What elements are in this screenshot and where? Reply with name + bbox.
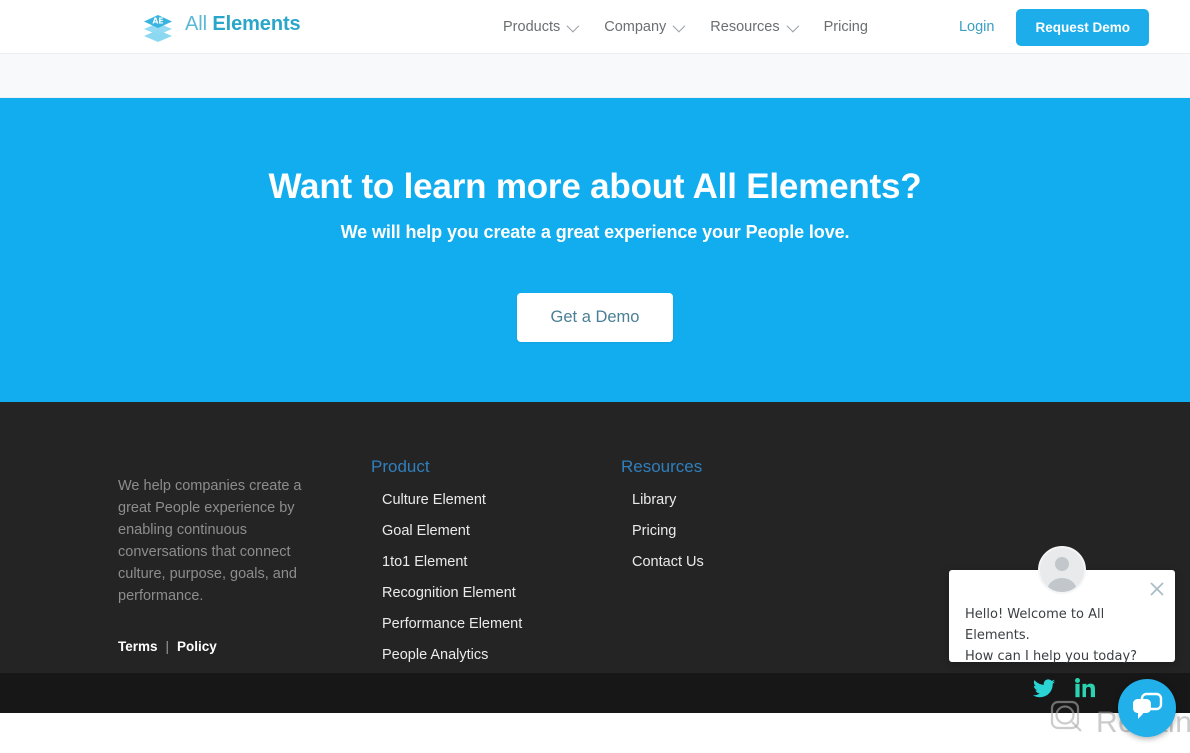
footer-column-title-product: Product xyxy=(371,457,430,476)
footer-about-text: We help companies create a great People … xyxy=(118,477,302,604)
footer-legal-links: Terms | Policy xyxy=(118,639,217,654)
list-item: Goal Element xyxy=(382,522,522,540)
svg-text:AE: AE xyxy=(153,17,164,26)
request-demo-button[interactable]: Request Demo xyxy=(1016,8,1149,46)
header-sub-strip xyxy=(0,54,1190,98)
list-item: Contact Us xyxy=(632,553,704,571)
footer-column-resources: Resources Library Pricing Contact Us xyxy=(621,457,704,584)
close-icon[interactable] xyxy=(1148,580,1166,598)
policy-link[interactable]: Policy xyxy=(177,639,217,654)
list-item: Culture Element xyxy=(382,491,522,509)
nav-label-products: Products xyxy=(503,19,561,35)
list-item: People Analytics xyxy=(382,646,522,664)
stacked-layers-ae-icon: AE xyxy=(140,6,176,42)
footer-link-1to1-element[interactable]: 1to1 Element xyxy=(382,554,467,570)
chat-launcher-button[interactable] xyxy=(1118,679,1176,737)
footer-link-library[interactable]: Library xyxy=(632,492,676,508)
legal-separator: | xyxy=(165,639,170,654)
nav-label-company: Company xyxy=(604,19,667,35)
chevron-down-icon xyxy=(566,19,580,32)
twitter-icon[interactable] xyxy=(1033,678,1055,703)
chat-message-line-2: How can I help you today? xyxy=(965,649,1138,664)
chat-greeting-popup: Hello! Welcome to All Elements. How can … xyxy=(949,546,1175,664)
footer-bottom-bar xyxy=(0,673,1190,713)
hero-section: Want to learn more about All Elements? W… xyxy=(0,98,1190,402)
nav-label-pricing: Pricing xyxy=(823,19,868,35)
nav-item-resources[interactable]: Resources xyxy=(696,19,809,35)
header-actions: Login Request Demo xyxy=(937,0,1190,54)
hero-subtitle: We will help you create a great experien… xyxy=(340,222,850,242)
footer-link-pricing[interactable]: Pricing xyxy=(632,523,676,539)
linkedin-icon[interactable] xyxy=(1075,678,1095,703)
chevron-down-icon xyxy=(672,19,686,32)
list-item: Performance Element xyxy=(382,615,522,633)
chat-bubbles-icon xyxy=(1131,692,1163,725)
chevron-down-icon xyxy=(786,19,799,32)
list-item: 1to1 Element xyxy=(382,553,522,571)
site-header: AE All Elements Products Company Resourc… xyxy=(0,0,1190,54)
get-a-demo-button[interactable]: Get a Demo xyxy=(516,293,674,342)
footer-link-recognition-element[interactable]: Recognition Element xyxy=(382,585,516,601)
brand-name-first: All xyxy=(185,12,207,35)
footer-link-culture-element[interactable]: Culture Element xyxy=(382,492,486,508)
footer-links-resources: Library Pricing Contact Us xyxy=(621,491,704,571)
footer-social-links xyxy=(1033,678,1095,703)
list-item: Recognition Element xyxy=(382,584,522,602)
brand-name: All Elements xyxy=(185,13,301,36)
login-link[interactable]: Login xyxy=(937,19,1016,35)
person-avatar-icon xyxy=(1038,546,1086,594)
hero-title: Want to learn more about All Elements? xyxy=(268,167,922,206)
footer-links-product: Culture Element Goal Element 1to1 Elemen… xyxy=(371,491,522,664)
nav-item-company[interactable]: Company xyxy=(590,19,696,35)
nav-item-products[interactable]: Products xyxy=(495,19,590,35)
brand-name-second: Elements xyxy=(212,12,301,35)
chat-message-line-1: Hello! Welcome to All Elements. xyxy=(965,607,1105,643)
list-item: Library xyxy=(632,491,704,509)
terms-link[interactable]: Terms xyxy=(118,639,158,654)
nav-item-pricing[interactable]: Pricing xyxy=(810,19,882,35)
footer-link-performance-element[interactable]: Performance Element xyxy=(382,616,522,632)
list-item: Pricing xyxy=(632,522,704,540)
footer-link-goal-element[interactable]: Goal Element xyxy=(382,523,470,539)
chat-greeting-text: Hello! Welcome to All Elements. How can … xyxy=(965,604,1161,667)
footer-column-product: Product Culture Element Goal Element 1to… xyxy=(371,457,522,677)
main-navigation: Products Company Resources Pricing xyxy=(495,0,882,54)
footer-column-title-resources: Resources xyxy=(621,457,703,476)
brand-logo-link[interactable]: AE All Elements xyxy=(140,6,301,42)
footer-link-people-analytics[interactable]: People Analytics xyxy=(382,647,488,663)
footer-link-contact-us[interactable]: Contact Us xyxy=(632,554,704,570)
nav-label-resources: Resources xyxy=(710,19,780,35)
